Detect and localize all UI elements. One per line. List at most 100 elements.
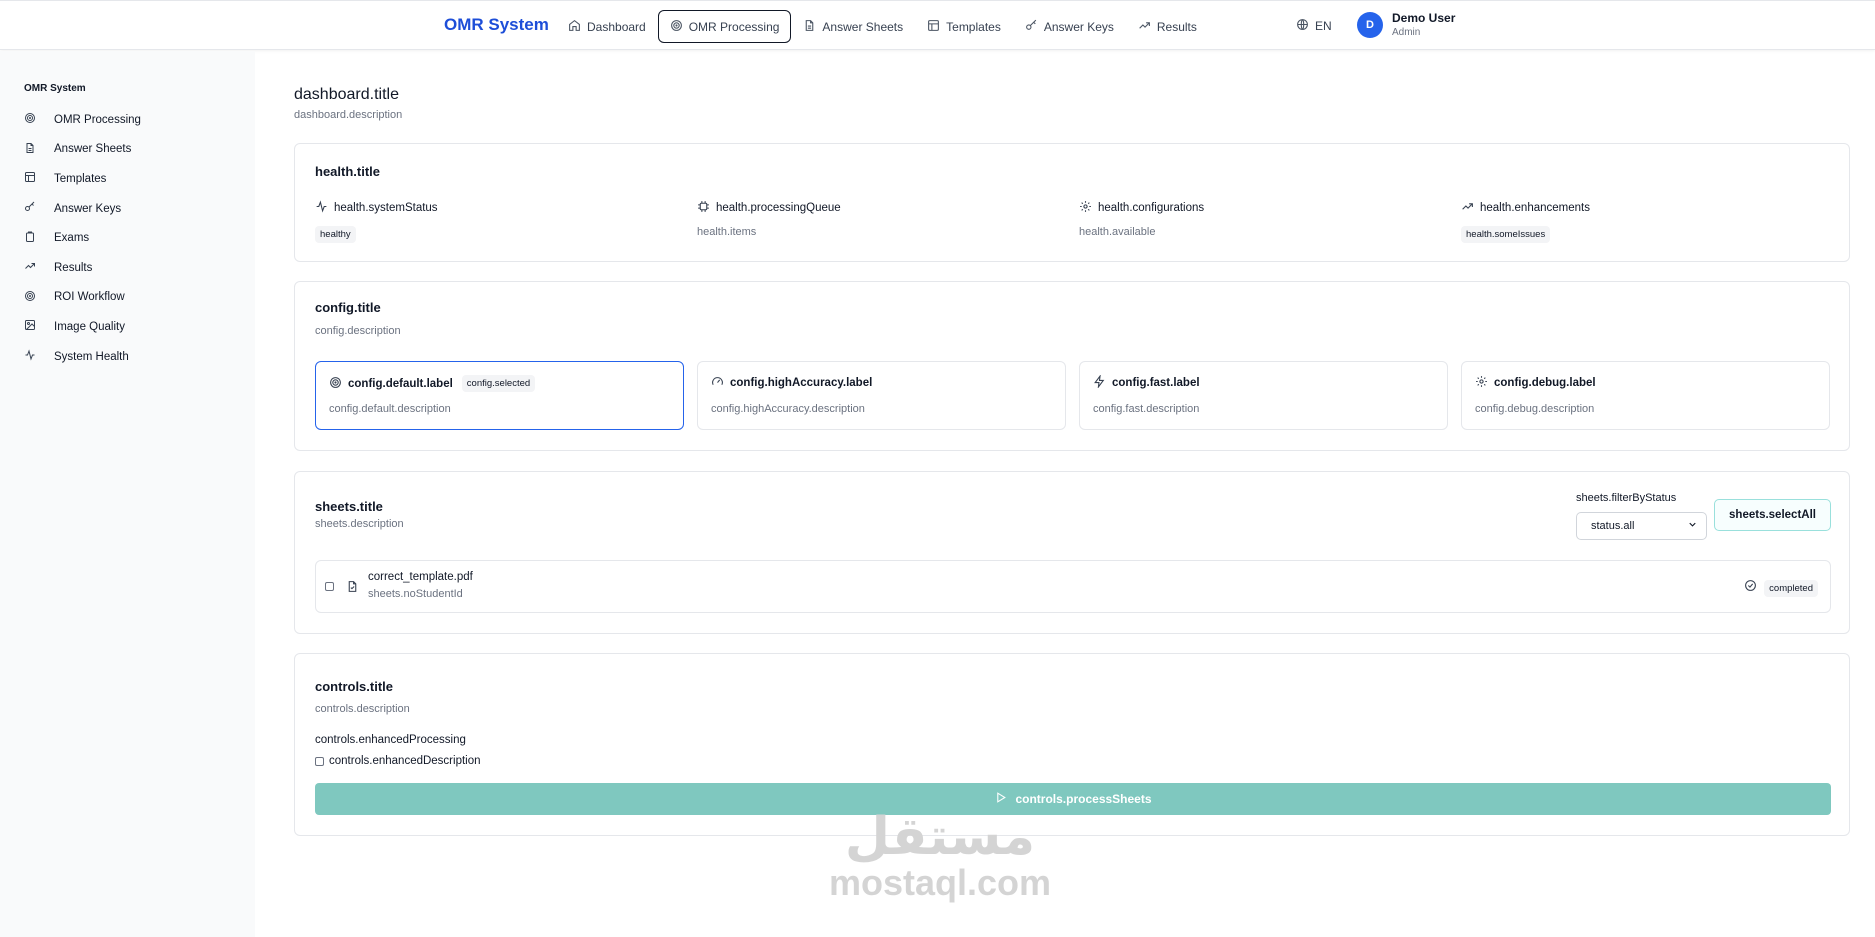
- sidebar-title: OMR System: [24, 83, 86, 94]
- gauge-icon: [711, 375, 724, 391]
- file-icon: [803, 19, 816, 35]
- sidebar-item-roi-workflow[interactable]: ROI Workflow: [24, 283, 244, 313]
- sidebar-item-answer-sheets[interactable]: Answer Sheets: [24, 135, 244, 165]
- sidebar-item-label: Answer Keys: [54, 202, 122, 215]
- nav-results[interactable]: Results: [1126, 10, 1209, 43]
- controls-description: controls.description: [315, 703, 410, 715]
- sheet-row[interactable]: correct_template.pdf sheets.noStudentId …: [315, 560, 1831, 613]
- activity-icon: [24, 349, 36, 364]
- health-label: health.systemStatus: [334, 202, 438, 214]
- select-all-button[interactable]: sheets.selectAll: [1714, 499, 1831, 531]
- nav-label: Results: [1156, 19, 1197, 34]
- health-title: health.title: [315, 164, 381, 179]
- nav-omr-processing[interactable]: OMR Processing: [657, 10, 792, 43]
- sidebar: OMR System OMR Processing Answer Sheets …: [0, 51, 255, 937]
- user-name: Demo User: [1392, 11, 1456, 25]
- nav-answer-sheets[interactable]: Answer Sheets: [791, 10, 915, 43]
- avatar: D: [1357, 11, 1383, 38]
- target-icon: [24, 112, 36, 127]
- nav-links: Dashboard OMR Processing Answer Sheets T…: [556, 10, 1209, 43]
- enhanced-processing-option[interactable]: controls.enhancedDescription: [315, 755, 481, 767]
- option-description: config.debug.description: [1475, 403, 1595, 415]
- nav-answer-keys[interactable]: Answer Keys: [1013, 10, 1126, 43]
- zap-icon: [1093, 374, 1106, 391]
- nav-label: Dashboard: [587, 19, 646, 34]
- check-circle-icon: [1744, 579, 1757, 597]
- sheet-checkbox[interactable]: [325, 582, 334, 591]
- selected-badge: config.selected: [461, 375, 536, 392]
- process-sheets-button[interactable]: controls.processSheets: [315, 783, 1831, 815]
- nav-label: OMR Processing: [688, 19, 780, 34]
- option-label: config.highAccuracy.label: [730, 377, 873, 389]
- home-icon: [568, 19, 581, 35]
- sheets-card: sheets.title sheets.description sheets.f…: [294, 471, 1850, 634]
- nav-dashboard[interactable]: Dashboard: [556, 10, 658, 43]
- nav-label: Templates: [946, 19, 1001, 34]
- image-icon: [24, 319, 36, 334]
- sheets-description: sheets.description: [315, 518, 404, 530]
- layout-icon: [927, 19, 940, 35]
- enhanced-processing-label: controls.enhancedProcessing: [315, 734, 466, 746]
- controls-title: controls.title: [315, 679, 394, 694]
- target-icon: [670, 19, 683, 35]
- status-filter-select[interactable]: status.all: [1576, 512, 1707, 540]
- sidebar-item-label: Exams: [54, 232, 90, 245]
- key-icon: [24, 201, 36, 216]
- file-check-icon: [346, 580, 359, 598]
- user-role: Admin: [1392, 27, 1421, 38]
- sidebar-item-answer-keys[interactable]: Answer Keys: [24, 194, 244, 224]
- file-icon: [24, 142, 36, 157]
- config-option-debug[interactable]: config.debug.label config.debug.descript…: [1461, 361, 1830, 430]
- config-option-default[interactable]: config.default.label config.selected con…: [315, 361, 684, 430]
- health-enhancements: health.enhancements health.someIssues: [1461, 200, 1590, 243]
- play-icon: [994, 791, 1007, 807]
- sidebar-item-image-quality[interactable]: Image Quality: [24, 312, 244, 342]
- health-card: health.title health.systemStatus healthy…: [294, 143, 1850, 262]
- activity-icon: [315, 200, 328, 216]
- sidebar-item-exams[interactable]: Exams: [24, 223, 244, 253]
- page-description: dashboard.description: [294, 109, 403, 121]
- page-title: dashboard.title: [294, 86, 399, 103]
- sidebar-item-results[interactable]: Results: [24, 253, 244, 283]
- option-label: config.debug.label: [1494, 377, 1596, 389]
- option-description: config.fast.description: [1093, 403, 1200, 415]
- globe-icon: [1296, 18, 1309, 34]
- config-option-fast[interactable]: config.fast.label config.fast.descriptio…: [1079, 361, 1448, 430]
- sidebar-item-label: Templates: [54, 172, 107, 185]
- nav-templates[interactable]: Templates: [915, 10, 1013, 43]
- config-option-high-accuracy[interactable]: config.highAccuracy.label config.highAcc…: [697, 361, 1066, 430]
- config-title: config.title: [315, 300, 381, 315]
- sidebar-item-label: Results: [54, 261, 93, 274]
- option-description: config.default.description: [329, 403, 451, 415]
- language-switcher[interactable]: EN: [1296, 18, 1332, 34]
- config-description: config.description: [315, 325, 401, 337]
- brand-logo[interactable]: OMR System: [444, 15, 549, 35]
- gear-icon: [1079, 200, 1092, 216]
- controls-card: controls.title controls.description cont…: [294, 653, 1850, 836]
- watermark-latin: mostaql.com: [828, 862, 1052, 903]
- health-label: health.configurations: [1098, 202, 1205, 214]
- top-navbar: OMR System Dashboard OMR Processing Answ…: [0, 0, 1875, 50]
- filter-value: status.all: [1591, 520, 1635, 532]
- sidebar-item-omr-processing[interactable]: OMR Processing: [24, 105, 244, 135]
- sheet-status: completed: [1744, 579, 1818, 597]
- config-card: config.title config.description config.d…: [294, 281, 1850, 451]
- enhanced-description: controls.enhancedDescription: [329, 755, 481, 767]
- trending-up-icon: [1461, 200, 1474, 216]
- trending-up-icon: [24, 260, 36, 275]
- user-menu[interactable]: D Demo User Admin: [1357, 11, 1455, 38]
- target-icon: [24, 290, 36, 305]
- health-label: health.enhancements: [1480, 202, 1590, 214]
- key-icon: [1025, 19, 1038, 35]
- enhanced-checkbox[interactable]: [315, 756, 324, 766]
- sidebar-item-label: Image Quality: [54, 320, 125, 333]
- trending-up-icon: [1138, 19, 1151, 35]
- status-badge: completed: [1764, 579, 1818, 597]
- target-icon: [329, 376, 342, 392]
- sidebar-item-system-health[interactable]: System Health: [24, 342, 244, 372]
- health-value: health.items: [697, 226, 757, 238]
- sidebar-item-templates[interactable]: Templates: [24, 164, 244, 194]
- sheet-student-id: sheets.noStudentId: [368, 588, 463, 600]
- nav-label: Answer Sheets: [822, 19, 904, 34]
- health-system-status: health.systemStatus healthy: [315, 200, 438, 243]
